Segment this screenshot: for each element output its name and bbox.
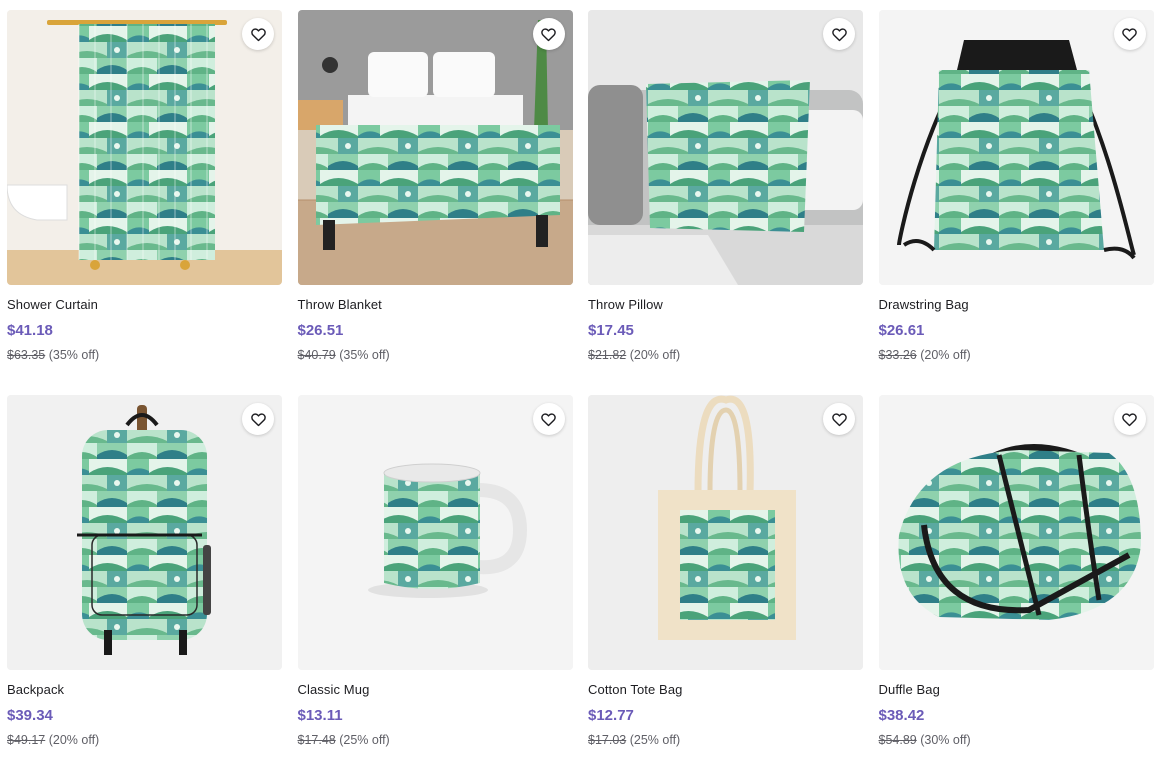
product-card-drawstring-bag[interactable]: Drawstring Bag $26.61 $33.26 (20% off) <box>878 10 1154 395</box>
favorite-button[interactable] <box>823 18 855 50</box>
product-price: $39.34 <box>7 707 53 724</box>
heart-outline-icon <box>831 27 847 41</box>
original-price: $33.26 <box>878 348 917 362</box>
original-price: $40.79 <box>297 348 336 362</box>
product-title[interactable]: Shower Curtain <box>7 297 282 313</box>
heart-outline-icon <box>1122 27 1137 41</box>
original-price: $17.03 <box>588 733 627 747</box>
backpack-illustration <box>7 395 282 670</box>
product-title[interactable]: Classic Mug <box>298 682 573 698</box>
product-price: $26.51 <box>297 322 344 339</box>
price-details: $49.17 (20% off) <box>7 733 282 748</box>
original-price: $17.48 <box>297 733 336 747</box>
product-title[interactable]: Duffle Bag <box>879 682 1154 698</box>
product-card-backpack[interactable]: Backpack $39.34 $49.17 (20% off) <box>7 395 282 780</box>
product-title[interactable]: Cotton Tote Bag <box>588 682 863 698</box>
product-title[interactable]: Drawstring Bag <box>879 297 1154 313</box>
product-price: $41.18 <box>7 322 53 339</box>
favorite-button[interactable] <box>242 403 274 435</box>
product-price: $26.61 <box>878 322 925 339</box>
product-price: $38.42 <box>878 707 925 724</box>
duffle-bag-illustration <box>878 395 1154 670</box>
heart-outline-icon <box>541 27 556 41</box>
drawstring-bag-image[interactable] <box>878 10 1154 285</box>
discount-label: (35% off) <box>339 348 390 362</box>
throw-pillow-image[interactable] <box>588 10 863 285</box>
product-title[interactable]: Throw Pillow <box>588 297 863 313</box>
backpack-image[interactable] <box>7 395 282 670</box>
discount-label: (20% off) <box>629 348 681 362</box>
favorite-button[interactable] <box>532 18 565 50</box>
price-details: $21.82 (20% off) <box>588 348 863 363</box>
heart-outline-icon <box>250 27 266 41</box>
product-card-throw-blanket[interactable]: Throw Blanket $26.51 $40.79 (35% off) <box>297 10 573 395</box>
discount-label: (25% off) <box>339 733 390 747</box>
price-details: $33.26 (20% off) <box>879 348 1154 363</box>
favorite-button[interactable] <box>532 403 565 435</box>
product-title[interactable]: Throw Blanket <box>298 297 573 313</box>
product-card-shower-curtain[interactable]: Shower Curtain $41.18 $63.35 (35% off) <box>7 10 282 395</box>
duffle-bag-image[interactable] <box>878 395 1154 670</box>
price-details: $63.35 (35% off) <box>7 348 282 363</box>
classic-mug-image[interactable] <box>297 395 573 670</box>
cotton-tote-bag-image[interactable] <box>588 395 863 670</box>
favorite-button[interactable] <box>1113 18 1146 50</box>
heart-outline-icon <box>541 412 556 426</box>
shower-curtain-image[interactable] <box>7 10 282 285</box>
product-price: $17.45 <box>588 322 634 339</box>
price-details: $17.48 (25% off) <box>298 733 573 748</box>
price-details: $40.79 (35% off) <box>298 348 573 363</box>
classic-mug-illustration <box>297 395 573 670</box>
throw-pillow-illustration <box>588 10 863 285</box>
discount-label: (25% off) <box>629 733 681 747</box>
product-card-classic-mug[interactable]: Classic Mug $13.11 $17.48 (25% off) <box>297 395 573 780</box>
price-details: $54.89 (30% off) <box>879 733 1154 748</box>
product-title[interactable]: Backpack <box>7 682 282 698</box>
product-card-duffle-bag[interactable]: Duffle Bag $38.42 $54.89 (30% off) <box>878 395 1154 780</box>
throw-blanket-image[interactable] <box>297 10 573 285</box>
original-price: $49.17 <box>7 733 46 747</box>
discount-label: (20% off) <box>920 348 971 362</box>
favorite-button[interactable] <box>1113 403 1146 435</box>
favorite-button[interactable] <box>242 18 274 50</box>
heart-outline-icon <box>250 412 266 426</box>
product-card-throw-pillow[interactable]: Throw Pillow $17.45 $21.82 (20% off) <box>588 10 863 395</box>
heart-outline-icon <box>831 412 847 426</box>
discount-label: (30% off) <box>920 733 971 747</box>
product-price: $12.77 <box>588 707 634 724</box>
throw-blanket-illustration <box>297 10 573 285</box>
original-price: $63.35 <box>7 348 46 362</box>
drawstring-bag-illustration <box>878 10 1154 285</box>
original-price: $21.82 <box>588 348 627 362</box>
product-grid: Shower Curtain $41.18 $63.35 (35% off) T… <box>7 10 1154 780</box>
product-card-cotton-tote-bag[interactable]: Cotton Tote Bag $12.77 $17.03 (25% off) <box>588 395 863 780</box>
original-price: $54.89 <box>878 733 917 747</box>
discount-label: (35% off) <box>48 348 100 362</box>
discount-label: (20% off) <box>48 733 100 747</box>
heart-outline-icon <box>1122 412 1137 426</box>
shower-curtain-illustration <box>7 10 282 285</box>
price-details: $17.03 (25% off) <box>588 733 863 748</box>
cotton-tote-bag-illustration <box>588 395 863 670</box>
product-price: $13.11 <box>297 707 343 724</box>
favorite-button[interactable] <box>823 403 855 435</box>
